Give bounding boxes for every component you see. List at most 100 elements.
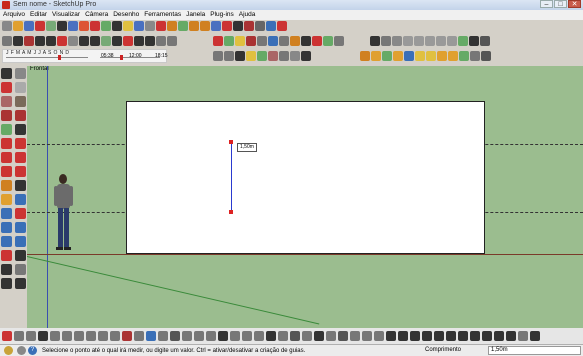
tool-row3c-10-icon[interactable]: [470, 51, 480, 61]
tool-bottom-24-icon[interactable]: [290, 331, 300, 341]
tool-row3c-9-icon[interactable]: [459, 51, 469, 61]
tool-left-13-icon[interactable]: [15, 152, 26, 163]
tool-bottom-1-icon[interactable]: [14, 331, 24, 341]
tool-left-6-icon[interactable]: [1, 110, 12, 121]
tool-row2-10-icon[interactable]: [112, 36, 122, 46]
tool-bottom-28-icon[interactable]: [338, 331, 348, 341]
tool-row2-4-icon[interactable]: [46, 36, 56, 46]
menu-ferramentas[interactable]: Ferramentas: [144, 10, 181, 20]
tool-left-7-icon[interactable]: [15, 110, 26, 121]
tool-bottom-42-icon[interactable]: [506, 331, 516, 341]
tool-row2c-6-icon[interactable]: [436, 36, 446, 46]
menu-editar[interactable]: Editar: [30, 10, 47, 20]
menu-camera[interactable]: Câmera: [85, 10, 108, 20]
tool-bottom-4-icon[interactable]: [50, 331, 60, 341]
measurement-value-box[interactable]: 1,50m: [488, 346, 581, 355]
tool-left-18-icon[interactable]: [1, 194, 12, 205]
tool-bottom-38-icon[interactable]: [458, 331, 468, 341]
tool-row2-6-icon[interactable]: [68, 36, 78, 46]
tool-left-26-icon[interactable]: [1, 250, 12, 261]
tool-left-10-icon[interactable]: [1, 138, 12, 149]
tool-row1-12-icon[interactable]: [134, 21, 144, 31]
tool-left-2-icon[interactable]: [1, 82, 12, 93]
tool-bottom-29-icon[interactable]: [350, 331, 360, 341]
shadow-time-slider[interactable]: [100, 55, 160, 60]
menu-ajuda[interactable]: Ajuda: [239, 10, 256, 20]
tool-row2-11-icon[interactable]: [123, 36, 133, 46]
tool-row3c-8-icon[interactable]: [448, 51, 458, 61]
tool-left-25-icon[interactable]: [15, 236, 26, 247]
tool-bottom-30-icon[interactable]: [362, 331, 372, 341]
tool-row2b-7-icon[interactable]: [290, 36, 300, 46]
tool-left-4-icon[interactable]: [1, 96, 12, 107]
tool-row2b-5-icon[interactable]: [268, 36, 278, 46]
tool-row1-15-icon[interactable]: [167, 21, 177, 31]
tool-row3c-5-icon[interactable]: [415, 51, 425, 61]
tool-row3b-7-icon[interactable]: [290, 51, 300, 61]
tool-left-11-icon[interactable]: [15, 138, 26, 149]
tool-bottom-37-icon[interactable]: [446, 331, 456, 341]
tool-row2c-3-icon[interactable]: [403, 36, 413, 46]
tool-bottom-17-icon[interactable]: [206, 331, 216, 341]
menu-plugins[interactable]: Plug-ins: [210, 10, 233, 20]
tool-row3c-6-icon[interactable]: [426, 51, 436, 61]
tool-row2c-9-icon[interactable]: [469, 36, 479, 46]
tool-row2-12-icon[interactable]: [134, 36, 144, 46]
tool-row3b-4-icon[interactable]: [257, 51, 267, 61]
menu-desenho[interactable]: Desenho: [113, 10, 139, 20]
tool-row3b-0-icon[interactable]: [213, 51, 223, 61]
tool-bottom-10-icon[interactable]: [122, 331, 132, 341]
menu-janela[interactable]: Janela: [186, 10, 205, 20]
tool-row2c-7-icon[interactable]: [447, 36, 457, 46]
scene-tab-label[interactable]: Frontal: [30, 66, 49, 72]
tool-bottom-25-icon[interactable]: [302, 331, 312, 341]
tool-left-19-icon[interactable]: [15, 194, 26, 205]
tool-left-16-icon[interactable]: [1, 180, 12, 191]
tool-row2-13-icon[interactable]: [145, 36, 155, 46]
tool-row1-19-icon[interactable]: [211, 21, 221, 31]
tool-bottom-26-icon[interactable]: [314, 331, 324, 341]
tool-bottom-18-icon[interactable]: [218, 331, 228, 341]
tool-row3c-7-icon[interactable]: [437, 51, 447, 61]
tool-bottom-31-icon[interactable]: [374, 331, 384, 341]
tool-left-21-icon[interactable]: [15, 208, 26, 219]
tool-row2b-3-icon[interactable]: [246, 36, 256, 46]
rectangle-face[interactable]: [126, 101, 485, 254]
tool-row2-3-icon[interactable]: [35, 36, 45, 46]
tool-bottom-36-icon[interactable]: [434, 331, 444, 341]
tool-left-30-icon[interactable]: [1, 278, 12, 289]
tool-row2b-11-icon[interactable]: [334, 36, 344, 46]
tool-bottom-2-icon[interactable]: [26, 331, 36, 341]
tool-bottom-40-icon[interactable]: [482, 331, 492, 341]
tool-left-14-icon[interactable]: [1, 166, 12, 177]
tool-bottom-43-icon[interactable]: [518, 331, 528, 341]
tool-left-5-icon[interactable]: [15, 96, 26, 107]
tool-row2c-8-icon[interactable]: [458, 36, 468, 46]
tool-row1-5-icon[interactable]: [57, 21, 67, 31]
tool-left-29-icon[interactable]: [15, 264, 26, 275]
tool-row3c-1-icon[interactable]: [371, 51, 381, 61]
tool-row3b-5-icon[interactable]: [268, 51, 278, 61]
tool-bottom-7-icon[interactable]: [86, 331, 96, 341]
tool-row3b-2-icon[interactable]: [235, 51, 245, 61]
tool-bottom-11-icon[interactable]: [134, 331, 144, 341]
tool-row1-4-icon[interactable]: [46, 21, 56, 31]
geo-location-icon[interactable]: [4, 346, 13, 355]
tool-left-27-icon[interactable]: [15, 250, 26, 261]
tool-bottom-15-icon[interactable]: [182, 331, 192, 341]
tool-row3c-11-icon[interactable]: [481, 51, 491, 61]
tool-row2b-0-icon[interactable]: [213, 36, 223, 46]
tool-left-22-icon[interactable]: [1, 222, 12, 233]
tool-row2-2-icon[interactable]: [24, 36, 34, 46]
tool-row3c-3-icon[interactable]: [393, 51, 403, 61]
tool-row1-16-icon[interactable]: [178, 21, 188, 31]
tool-row1-18-icon[interactable]: [200, 21, 210, 31]
tool-row1-24-icon[interactable]: [266, 21, 276, 31]
tool-row2b-1-icon[interactable]: [224, 36, 234, 46]
tool-row3c-2-icon[interactable]: [382, 51, 392, 61]
tool-left-28-icon[interactable]: [1, 264, 12, 275]
tool-row1-8-icon[interactable]: [90, 21, 100, 31]
tool-row2-15-icon[interactable]: [167, 36, 177, 46]
shadow-date-slider[interactable]: [6, 55, 88, 60]
tool-bottom-6-icon[interactable]: [74, 331, 84, 341]
